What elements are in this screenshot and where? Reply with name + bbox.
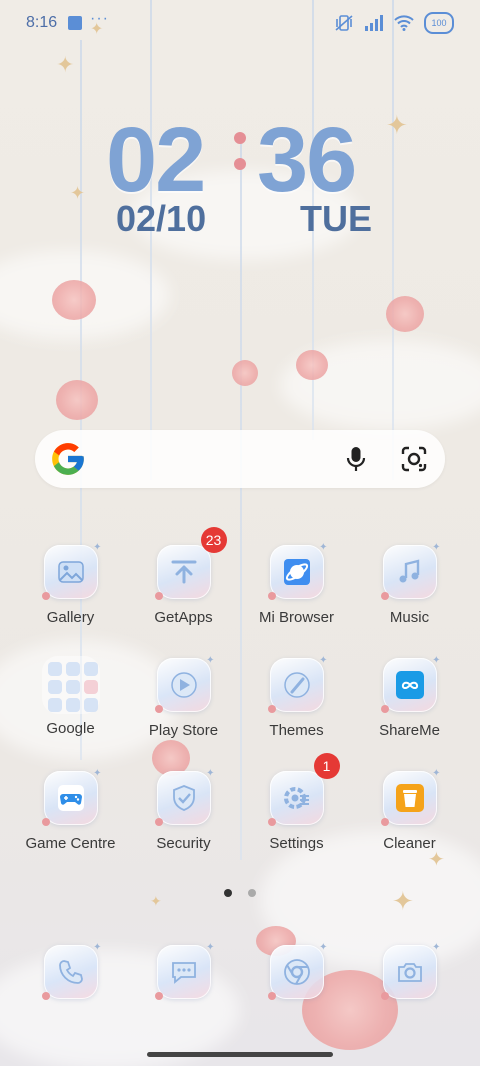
signal-icon: [365, 15, 383, 31]
play-store-icon: [170, 672, 197, 698]
home-gesture-bar[interactable]: [147, 1052, 333, 1057]
app-game-centre[interactable]: ✦ Game Centre: [14, 768, 127, 852]
microphone-icon[interactable]: [341, 444, 371, 474]
app-themes[interactable]: ✦ Themes: [240, 655, 353, 739]
google-search-bar[interactable]: [35, 430, 445, 488]
trash-icon: [395, 784, 424, 812]
app-mi-browser[interactable]: ✦ Mi Browser: [240, 542, 353, 626]
chrome-icon: [283, 959, 310, 985]
app-label: Themes: [269, 722, 324, 739]
app-gallery[interactable]: ✦ Gallery: [14, 542, 127, 626]
app-label: Cleaner: [383, 835, 436, 852]
clock-date: 02/10: [116, 198, 207, 239]
app-label: Music: [389, 609, 430, 626]
dock-messages[interactable]: ✦: [127, 942, 240, 1000]
vibrate-icon: [335, 15, 353, 31]
clock-widget[interactable]: 02 36: [0, 108, 480, 211]
app-label: Gallery: [46, 609, 95, 626]
app-music[interactable]: ✦ Music: [353, 542, 466, 626]
shareme-icon: [395, 671, 424, 699]
page-indicator: [0, 884, 480, 902]
app-shareme[interactable]: ✦ ShareMe: [353, 655, 466, 739]
gallery-icon: [57, 561, 84, 583]
folder-icon: [41, 656, 100, 714]
page-dot: [248, 889, 257, 897]
dock-phone[interactable]: ✦: [14, 942, 127, 1000]
shield-icon: [172, 785, 195, 811]
dock-chrome[interactable]: ✦: [240, 942, 353, 1000]
app-security[interactable]: ✦ Security: [127, 768, 240, 852]
phone-icon: [58, 960, 83, 984]
notification-badge: 23: [200, 527, 227, 553]
google-lens-icon[interactable]: [399, 444, 429, 474]
getapps-icon: [171, 560, 196, 584]
app-settings[interactable]: ✦ 1 Settings: [240, 753, 353, 852]
more-notifications-icon: ···: [90, 10, 109, 27]
app-play-store[interactable]: ✦ Play Store: [127, 655, 240, 739]
app-label: Google: [46, 720, 95, 737]
battery-icon: 100: [424, 12, 454, 34]
page-dot-active: [223, 889, 232, 897]
gamepad-icon: [57, 785, 84, 811]
app-cleaner[interactable]: ✦ Cleaner: [353, 768, 466, 852]
messages-icon: [171, 962, 196, 984]
app-label: GetApps: [154, 609, 213, 626]
app-getapps[interactable]: ✦ 23 GetApps: [127, 527, 240, 626]
app-folder-google[interactable]: Google: [14, 656, 127, 737]
google-g-icon: [52, 443, 84, 475]
status-bar: 8:16 ··· 100: [0, 0, 480, 46]
app-label: Mi Browser: [258, 609, 334, 626]
app-label: ShareMe: [379, 722, 440, 739]
dock-camera[interactable]: ✦: [353, 942, 466, 1000]
clock-weekday: TUE: [300, 198, 372, 239]
notification-app-icon: [68, 16, 82, 30]
themes-icon: [283, 672, 310, 698]
notification-badge: 1: [313, 753, 340, 779]
clock-colon: [232, 126, 248, 178]
music-icon: [399, 559, 419, 583]
wifi-icon: [394, 15, 414, 31]
app-label: Settings: [269, 835, 324, 852]
app-label: Game Centre: [25, 835, 116, 852]
status-time: 8:16: [26, 14, 58, 31]
browser-icon: [283, 559, 310, 585]
camera-icon: [397, 963, 422, 982]
app-label: Security: [156, 835, 211, 852]
gear-icon: [283, 787, 309, 809]
app-label: Play Store: [148, 722, 219, 739]
